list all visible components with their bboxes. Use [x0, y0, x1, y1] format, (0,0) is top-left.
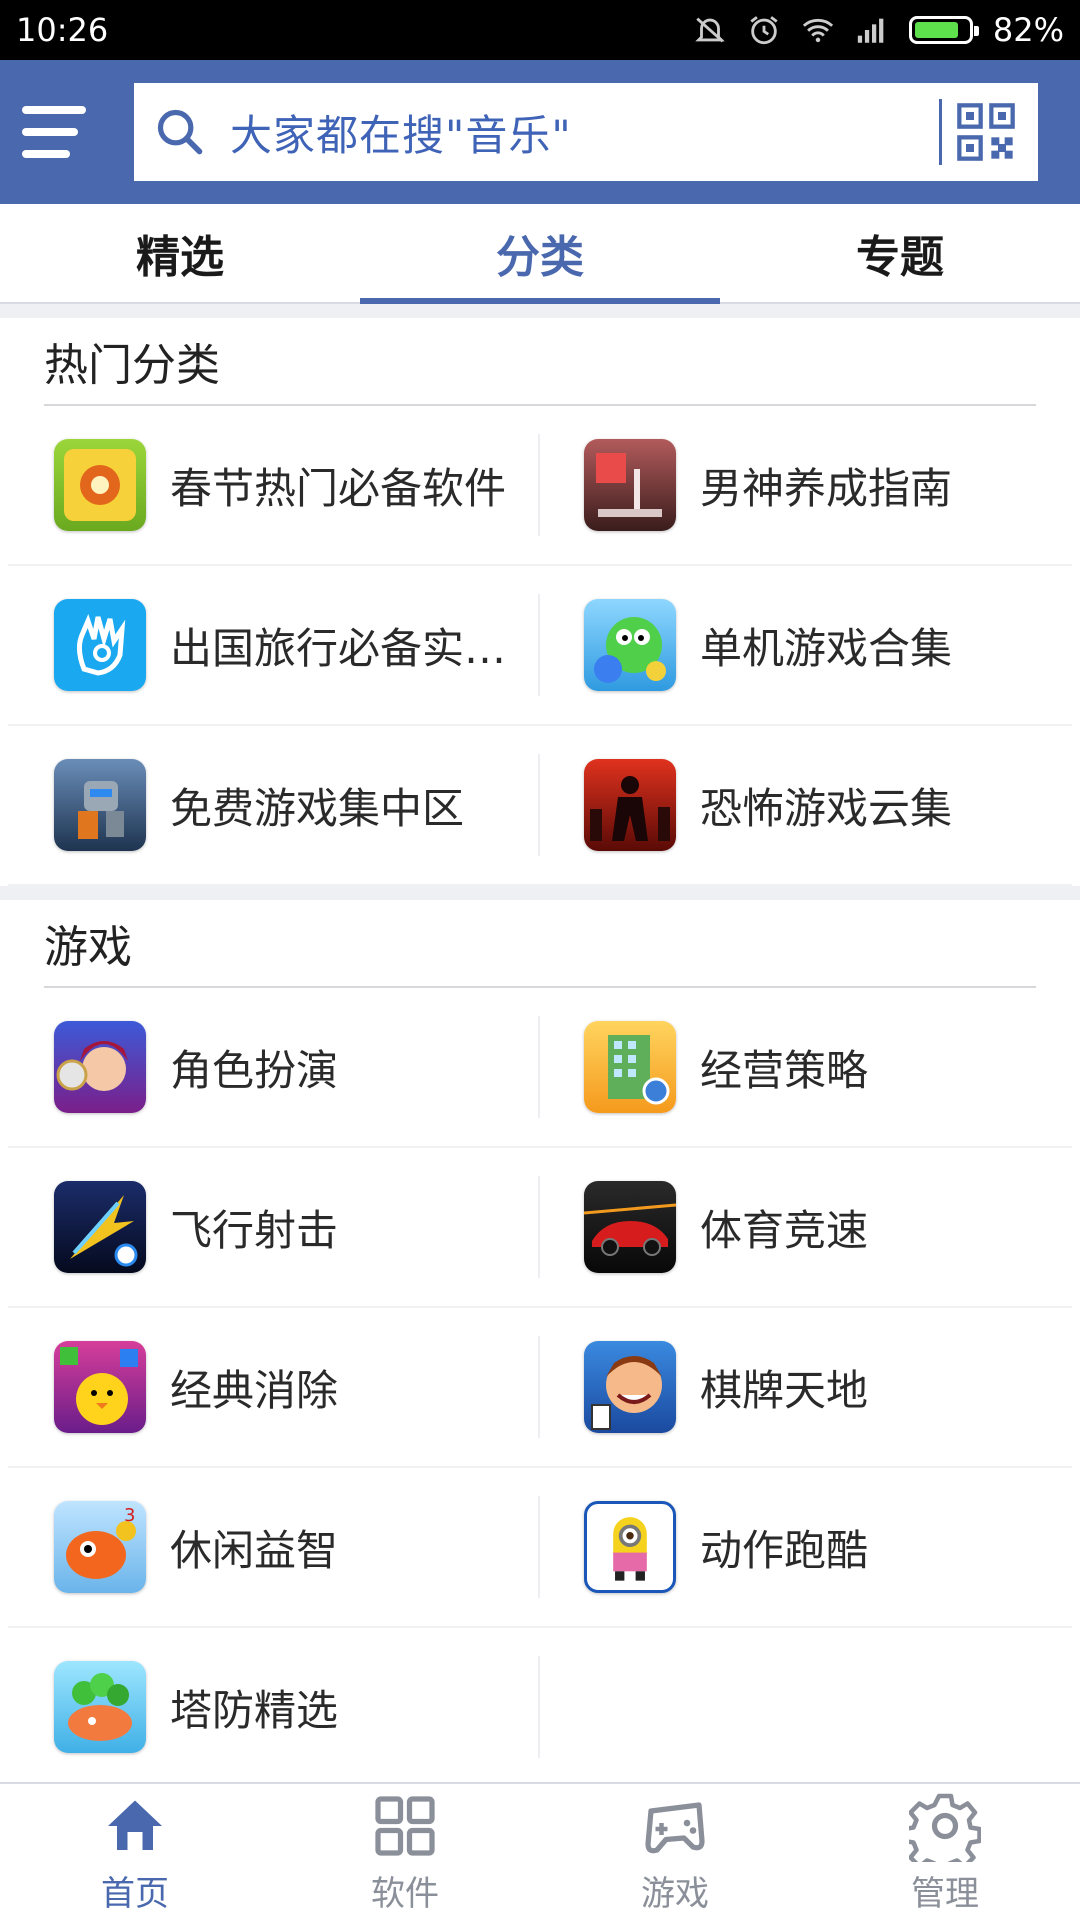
- card-game-icon: [584, 1341, 676, 1433]
- search-input[interactable]: 大家都在搜"音乐": [134, 83, 1038, 181]
- list-item[interactable]: 单机游戏合集: [540, 566, 1072, 726]
- alarm-icon: [750, 16, 778, 45]
- bubble-dragon-icon: [584, 599, 676, 691]
- item-label: 飞行射击: [170, 1205, 339, 1255]
- hand-app-icon: [54, 599, 146, 691]
- list-item[interactable]: 经营策略: [540, 988, 1072, 1148]
- minion-runner-icon: [584, 1501, 676, 1593]
- menu-button[interactable]: [22, 84, 118, 180]
- horror-game-icon: [584, 759, 676, 851]
- list-item[interactable]: 3 休闲益智: [8, 1468, 540, 1628]
- status-icons: 82%: [693, 11, 1064, 49]
- item-label: 经典消除: [170, 1365, 339, 1415]
- home-icon: [108, 1800, 162, 1850]
- nav-games[interactable]: 游戏: [540, 1784, 810, 1920]
- bottom-nav: 首页 软件 游戏 管理: [0, 1782, 1080, 1920]
- jet-shooter-icon: [54, 1181, 146, 1273]
- apps-grid-icon: [375, 1795, 435, 1856]
- category-tabs: 精选 分类 专题: [0, 204, 1080, 304]
- menu-icon: [22, 106, 86, 114]
- item-label: 角色扮演: [170, 1045, 339, 1095]
- fish-game-icon: 3: [54, 1501, 146, 1593]
- racing-car-icon: [584, 1181, 676, 1273]
- list-item[interactable]: 棋牌天地: [540, 1308, 1072, 1468]
- section-title: 热门分类: [44, 318, 1036, 406]
- nav-manage[interactable]: 管理: [810, 1784, 1080, 1920]
- list-item[interactable]: 男神养成指南: [540, 406, 1072, 566]
- list-item[interactable]: 恐怖游戏云集: [540, 726, 1072, 886]
- section-games: 游戏 角色扮演 经营策略 飞行射击 体育竞速 经典消除 棋牌天地 3 休闲益智 …: [0, 900, 1080, 1788]
- section-hot-categories: 热门分类 春节热门必备软件 男神养成指南 出国旅行必备实用... 单机游戏合集 …: [0, 318, 1080, 886]
- qr-scan-icon[interactable]: [954, 100, 1018, 164]
- settings-gear-icon: [909, 1793, 981, 1862]
- tab-topics[interactable]: 专题: [720, 204, 1080, 302]
- item-label: 出国旅行必备实用...: [170, 623, 536, 673]
- item-label: 塔防精选: [170, 1685, 339, 1735]
- item-label: 恐怖游戏云集: [700, 783, 953, 833]
- tab-categories[interactable]: 分类: [360, 204, 720, 304]
- nav-home[interactable]: 首页: [0, 1784, 270, 1920]
- app-header: 大家都在搜"音乐": [0, 60, 1080, 204]
- svg-text:3: 3: [124, 1505, 135, 1526]
- gamepad-icon: [645, 1801, 705, 1853]
- list-item[interactable]: 经典消除: [8, 1308, 540, 1468]
- battery-percent: 82%: [992, 11, 1064, 49]
- search-icon: [157, 109, 203, 155]
- list-item[interactable]: 春节热门必备软件: [8, 406, 540, 566]
- list-item[interactable]: 塔防精选: [8, 1628, 540, 1788]
- item-label: 棋牌天地: [700, 1365, 869, 1415]
- building-strategy-icon: [584, 1021, 676, 1113]
- robot-game-icon: [54, 759, 146, 851]
- item-label: 动作跑酷: [700, 1525, 869, 1575]
- success-app-icon: [584, 439, 676, 531]
- list-item[interactable]: 飞行射击: [8, 1148, 540, 1308]
- item-label: 休闲益智: [170, 1525, 339, 1575]
- nav-label: 管理: [911, 1873, 979, 1914]
- nav-software[interactable]: 软件: [270, 1784, 540, 1920]
- section-title: 游戏: [44, 900, 1036, 988]
- search-placeholder: 大家都在搜"音乐": [230, 110, 572, 160]
- nav-label: 游戏: [641, 1873, 709, 1914]
- battery-icon: [908, 16, 979, 44]
- signal-icon: [857, 18, 884, 43]
- item-label: 单机游戏合集: [700, 623, 953, 673]
- item-label: 男神养成指南: [700, 463, 953, 513]
- list-item[interactable]: 体育竞速: [540, 1148, 1072, 1308]
- category-content: 热门分类 春节热门必备软件 男神养成指南 出国旅行必备实用... 单机游戏合集 …: [0, 318, 1080, 1802]
- tab-featured[interactable]: 精选: [0, 204, 360, 302]
- item-label: 经营策略: [700, 1045, 869, 1095]
- nav-label: 软件: [371, 1873, 439, 1914]
- battery-level: [914, 22, 958, 38]
- mute-bell-icon: [695, 17, 725, 43]
- role-play-icon: [54, 1021, 146, 1113]
- list-item[interactable]: 动作跑酷: [540, 1468, 1072, 1628]
- list-item[interactable]: 角色扮演: [8, 988, 540, 1148]
- item-label: 免费游戏集中区: [170, 783, 465, 833]
- wifi-icon: [802, 18, 833, 43]
- list-item[interactable]: 出国旅行必备实用...: [8, 566, 540, 726]
- status-bar: 10:26 82%: [0, 0, 1080, 60]
- status-time: 10:26: [16, 11, 109, 49]
- item-label: 春节热门必备软件: [170, 463, 507, 513]
- match-puzzle-icon: [54, 1341, 146, 1433]
- list-item[interactable]: 免费游戏集中区: [8, 726, 540, 886]
- recipe-app-icon: [54, 439, 146, 531]
- item-label: 体育竞速: [700, 1205, 869, 1255]
- tower-defense-icon: [54, 1661, 146, 1753]
- nav-label: 首页: [101, 1873, 169, 1914]
- empty-cell: [540, 1628, 1072, 1788]
